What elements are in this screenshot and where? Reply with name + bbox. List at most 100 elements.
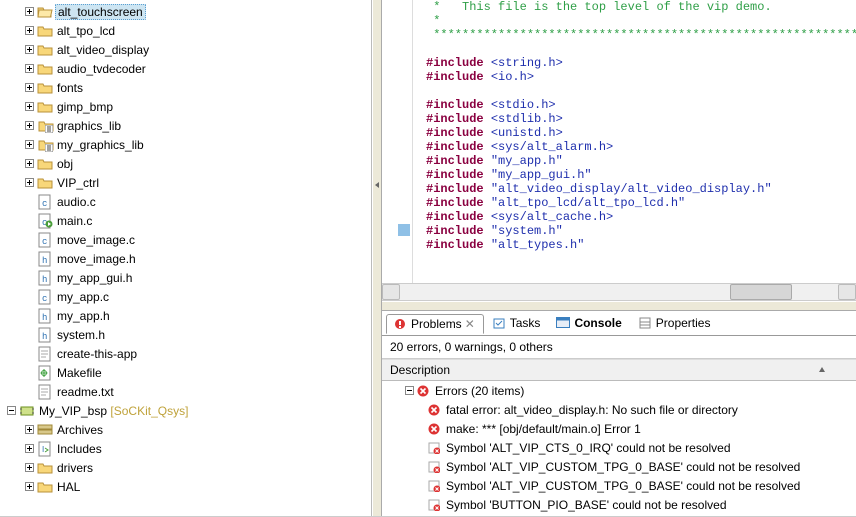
tree-label: move_image.h	[57, 252, 136, 266]
problems-list[interactable]: Errors (20 items) fatal error: alt_video…	[382, 381, 856, 516]
tree-item[interactable]: create-this-app	[0, 344, 371, 363]
scroll-left-button[interactable]	[382, 284, 400, 300]
tree-item[interactable]: drivers	[0, 458, 371, 477]
folder-icon	[37, 23, 53, 39]
collapse-icon[interactable]	[404, 385, 415, 396]
expand-icon[interactable]	[24, 25, 35, 36]
arch-icon	[37, 422, 53, 438]
tree-item[interactable]: VIP_ctrl	[0, 173, 371, 192]
tab-label: Console	[574, 316, 621, 330]
problems-summary: 20 errors, 0 warnings, 0 others	[382, 336, 856, 359]
tree-item[interactable]: IIncludes	[0, 439, 371, 458]
tab-properties[interactable]: Properties	[632, 314, 719, 332]
tree-item[interactable]: obj	[0, 154, 371, 173]
expand-icon[interactable]	[24, 139, 35, 150]
scroll-track[interactable]	[400, 284, 838, 300]
tree-label: drivers	[57, 461, 93, 475]
folder-icon	[37, 156, 53, 172]
unresolved-icon	[428, 442, 440, 454]
expand-icon[interactable]	[24, 177, 35, 188]
tree-label: audio_tvdecoder	[57, 62, 146, 76]
scroll-thumb[interactable]	[730, 284, 792, 300]
description-column-header[interactable]: Description	[382, 359, 856, 381]
problems-group[interactable]: Errors (20 items)	[382, 381, 856, 400]
editor-hscrollbar[interactable]	[382, 283, 856, 300]
tree-label: move_image.c	[57, 233, 135, 247]
tree-label: readme.txt	[57, 385, 114, 399]
project-node-bsp[interactable]: My_VIP_bsp [SoCKit_Qsys]	[0, 401, 371, 420]
expand-icon[interactable]	[24, 82, 35, 93]
scroll-right-button[interactable]	[838, 284, 856, 300]
tab-console[interactable]: Console	[550, 314, 629, 332]
problem-text: Symbol 'ALT_VIP_CUSTOM_TPG_0_BASE' could…	[446, 479, 800, 493]
unresolved-icon	[428, 480, 440, 492]
tab-tasks[interactable]: Tasks	[486, 314, 549, 332]
txt-icon	[37, 346, 53, 362]
console-icon	[556, 316, 570, 330]
bottom-tabs: Problems ✕ Tasks Console Properties	[382, 311, 856, 336]
tree-item[interactable]: alt_touchscreen	[0, 2, 371, 21]
tree-item[interactable]: graphics_lib	[0, 116, 371, 135]
expand-icon[interactable]	[24, 424, 35, 435]
svg-text:h: h	[42, 256, 47, 266]
tree-label: alt_video_display	[57, 43, 149, 57]
tree-item[interactable]: alt_video_display	[0, 40, 371, 59]
txt-icon	[37, 384, 53, 400]
problems-icon	[393, 317, 407, 331]
tree-item[interactable]: HAL	[0, 477, 371, 496]
tree-item[interactable]: Archives	[0, 420, 371, 439]
tree-item[interactable]: h move_image.h	[0, 249, 371, 268]
expand-icon[interactable]	[24, 462, 35, 473]
svg-text:c: c	[42, 294, 47, 304]
problem-item[interactable]: fatal error: alt_video_display.h: No suc…	[382, 400, 856, 419]
tree-item[interactable]: c move_image.c	[0, 230, 371, 249]
tree-item[interactable]: hsystem.h	[0, 325, 371, 344]
tree-item[interactable]: hmy_app_gui.h	[0, 268, 371, 287]
tree-item[interactable]: fonts	[0, 78, 371, 97]
tree-item[interactable]: cmain.c	[0, 211, 371, 230]
problem-text: make: *** [obj/default/main.o] Error 1	[446, 422, 641, 436]
problem-text: Symbol 'ALT_VIP_CUSTOM_TPG_0_BASE' could…	[446, 460, 800, 474]
problem-item[interactable]: make: *** [obj/default/main.o] Error 1	[382, 419, 856, 438]
tree-item[interactable]: cmy_app.c	[0, 287, 371, 306]
tree-item[interactable]: Makefile	[0, 363, 371, 382]
project-explorer[interactable]: alt_touchscreenalt_tpo_lcd alt_video_disp…	[0, 0, 372, 516]
tree-label: main.c	[57, 214, 92, 228]
expand-icon[interactable]	[24, 481, 35, 492]
editor-content[interactable]: * This file is the top level of the vip …	[426, 0, 856, 284]
column-label: Description	[390, 363, 450, 377]
problem-item[interactable]: Symbol 'ALT_VIP_CUSTOM_TPG_0_BASE' could…	[382, 476, 856, 495]
tree-item[interactable]: gimp_bmp	[0, 97, 371, 116]
close-icon[interactable]: ✕	[465, 317, 475, 331]
expand-icon[interactable]	[24, 120, 35, 131]
tree-item[interactable]: my_graphics_lib	[0, 135, 371, 154]
horizontal-sash[interactable]	[382, 301, 856, 311]
tree-item[interactable]: caudio.c	[0, 192, 371, 211]
tab-problems[interactable]: Problems ✕	[386, 314, 484, 334]
expand-icon[interactable]	[24, 158, 35, 169]
expand-icon[interactable]	[24, 6, 35, 17]
expand-icon[interactable]	[24, 63, 35, 74]
code-editor[interactable]: * This file is the top level of the vip …	[382, 0, 856, 301]
chip-icon	[19, 403, 35, 419]
expand-icon[interactable]	[6, 405, 17, 416]
svg-text:I: I	[42, 445, 44, 454]
tree-item[interactable]: hmy_app.h	[0, 306, 371, 325]
c-icon: c	[37, 232, 53, 248]
expand-icon[interactable]	[24, 443, 35, 454]
c-icon: c	[37, 194, 53, 210]
tree-item[interactable]: alt_tpo_lcd	[0, 21, 371, 40]
folder-icon	[37, 99, 53, 115]
problem-item[interactable]: Symbol 'ALT_VIP_CUSTOM_TPG_0_BASE' could…	[382, 457, 856, 476]
sort-asc-icon	[818, 366, 826, 374]
expand-icon[interactable]	[24, 101, 35, 112]
problem-item[interactable]: Symbol 'ALT_VIP_CTS_0_IRQ' could not be …	[382, 438, 856, 457]
problem-item[interactable]: Symbol 'BUTTON_PIO_BASE' could not be re…	[382, 495, 856, 514]
tree-item[interactable]: audio_tvdecoder	[0, 59, 371, 78]
expand-icon[interactable]	[24, 44, 35, 55]
vertical-sash[interactable]	[372, 0, 382, 516]
tree-label: graphics_lib	[57, 119, 121, 133]
tree-label: fonts	[57, 81, 83, 95]
tree-item[interactable]: readme.txt	[0, 382, 371, 401]
folder-lib-icon	[37, 118, 53, 134]
